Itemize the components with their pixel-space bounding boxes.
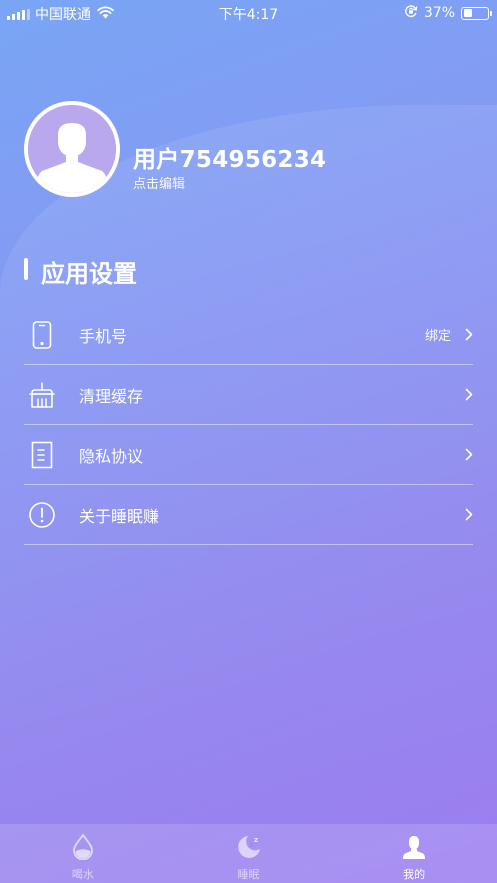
tab-label: 喝水 (71, 868, 94, 881)
default-avatar-icon (28, 105, 116, 193)
status-bar: 中国联通 下午4:17 37% (0, 0, 497, 26)
settings-row-label: 手机号 (79, 326, 128, 346)
phone-icon (24, 317, 60, 353)
document-icon (24, 437, 60, 473)
settings-row-privacy[interactable]: 隐私协议 (24, 425, 473, 485)
settings-row-phone[interactable]: 手机号 绑定 (24, 305, 473, 365)
tab-label: 我的 (403, 868, 426, 881)
avatar-image (28, 105, 116, 193)
svg-text:z: z (250, 842, 254, 849)
info-icon (24, 497, 60, 533)
battery-percent: 37% (423, 5, 455, 21)
status-right: 37% (404, 4, 492, 22)
battery-icon (461, 6, 492, 20)
settings-row-label: 隐私协议 (79, 446, 144, 466)
basket-icon (24, 377, 60, 413)
settings-row-label: 清理缓存 (79, 386, 144, 406)
chevron-right-icon (461, 328, 473, 342)
moon-icon: z z (235, 833, 263, 861)
chevron-right-icon (461, 508, 473, 522)
rotation-lock-icon (404, 4, 418, 22)
svg-text:z: z (254, 836, 258, 844)
settings-list: 手机号 绑定 清理缓存 隐私协议 关于睡眠赚 (24, 305, 473, 545)
phone-bind-status: 绑定 (424, 329, 451, 344)
settings-row-clear-cache[interactable]: 清理缓存 (24, 365, 473, 425)
tab-mine[interactable]: 我的 (331, 824, 497, 883)
tab-label: 睡眠 (237, 868, 260, 881)
avatar[interactable] (24, 101, 120, 197)
settings-row-label: 关于睡眠赚 (79, 506, 160, 526)
section-title: 应用设置 (41, 260, 137, 288)
edit-profile-link[interactable]: 点击编辑 (133, 173, 185, 192)
water-drop-icon (69, 833, 97, 861)
tab-sleep[interactable]: z z 睡眠 (166, 824, 332, 883)
chevron-right-icon (461, 448, 473, 462)
settings-row-about[interactable]: 关于睡眠赚 (24, 485, 473, 545)
tab-water[interactable]: 喝水 (0, 824, 166, 883)
section-accent-bar (24, 258, 28, 280)
username[interactable]: 用户754956234 (133, 140, 326, 174)
chevron-right-icon (461, 388, 473, 402)
user-icon (400, 833, 428, 861)
tab-bar: 喝水 z z 睡眠 我的 (0, 824, 497, 883)
